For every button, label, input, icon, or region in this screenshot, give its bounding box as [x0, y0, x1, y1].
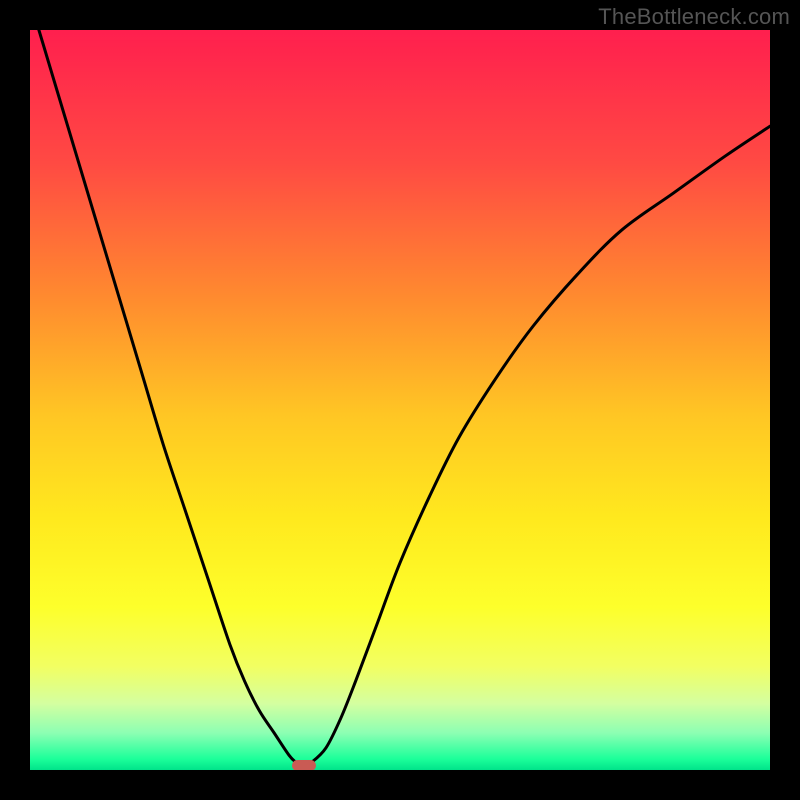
watermark-text: TheBottleneck.com [598, 4, 790, 30]
bottleneck-curve [30, 30, 770, 770]
minimum-marker [292, 760, 316, 770]
plot-area [30, 30, 770, 770]
